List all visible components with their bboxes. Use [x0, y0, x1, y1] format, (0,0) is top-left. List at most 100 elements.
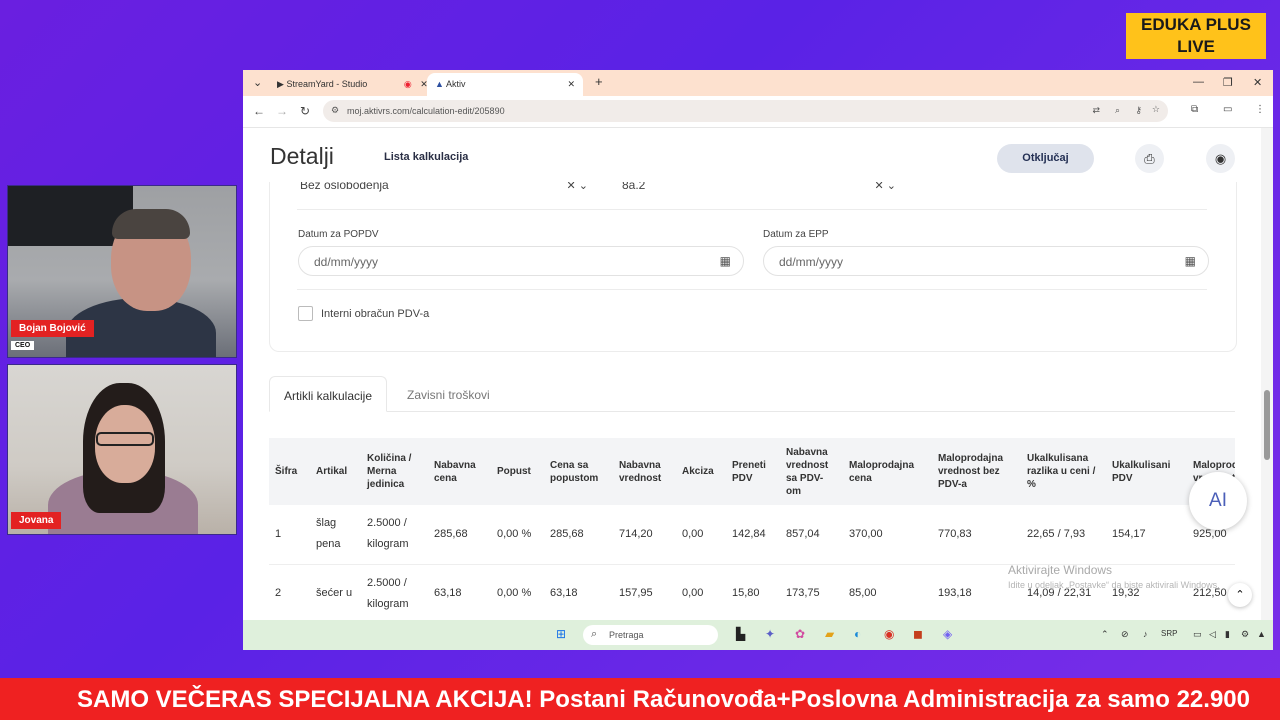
tray-chevron-icon[interactable]: ⌃: [1101, 629, 1109, 640]
viber-icon[interactable]: ◈: [943, 627, 952, 641]
col-header[interactable]: Artikal: [310, 438, 361, 505]
teams-icon[interactable]: ✦: [765, 627, 775, 641]
tab-streamyard[interactable]: ▶ StreamYard - Studio ◉ ✕: [269, 73, 436, 96]
zoom-icon[interactable]: ⌕: [1115, 105, 1120, 116]
articles-table: Šifra Artikal Količina / Merna jedinica …: [269, 438, 1235, 624]
bookmark-star-icon[interactable]: ☆: [1152, 104, 1160, 115]
taskbar-search-input[interactable]: ⌕ Pretraga: [583, 625, 718, 645]
language-indicator[interactable]: SRP: [1161, 629, 1177, 638]
windows-taskbar: ⊞ ⌕ Pretraga ▙ ✦ ✿ ▰ ◐ ◉ ◼ ◈ ⌃ ⊘ ♪ SRP ▭…: [243, 620, 1273, 650]
participant-name-2: Jovana: [11, 512, 62, 529]
network-off-icon[interactable]: ⊘: [1121, 629, 1129, 640]
cell: 173,75: [780, 564, 843, 624]
internal-vat-checkbox[interactable]: [298, 306, 313, 321]
clear-chevron-icon[interactable]: ✕ ⌄: [567, 182, 589, 192]
col-header[interactable]: Nabavna vrednost sa PDV-om: [780, 438, 843, 505]
col-header[interactable]: Akciza: [676, 438, 726, 505]
eye-icon[interactable]: ◉: [1206, 144, 1235, 173]
col-header[interactable]: Maloprodajna cena: [843, 438, 932, 505]
exemption-select[interactable]: Bez oslobođenja ✕ ⌄: [300, 182, 588, 196]
unlock-button[interactable]: Otključaj: [997, 144, 1094, 173]
search-icon: ⌕: [591, 628, 598, 640]
menu-icon[interactable]: ⋮: [1255, 104, 1265, 115]
col-header[interactable]: Popust: [491, 438, 544, 505]
forward-icon[interactable]: →: [276, 104, 288, 118]
popdv-date-input[interactable]: dd/mm/yyyy ▦: [298, 246, 744, 276]
col-header[interactable]: Šifra: [269, 438, 310, 505]
camera-feed-2: Jovana: [7, 364, 237, 535]
tab-list-chevron-icon[interactable]: ⌄: [253, 76, 262, 89]
battery-icon[interactable]: ▮: [1225, 629, 1230, 640]
recording-icon: ◉: [403, 79, 412, 89]
calendar-icon[interactable]: ▦: [720, 254, 731, 268]
code-select[interactable]: 8a.2 ✕ ⌄: [622, 182, 896, 196]
page-scrollbar[interactable]: [1261, 128, 1273, 630]
tab-articles[interactable]: Artikli kalkulacije: [269, 376, 388, 412]
col-header[interactable]: Nabavna cena: [428, 438, 491, 505]
list-link[interactable]: Lista kalkulacija: [384, 151, 468, 163]
volume-icon[interactable]: ◁: [1209, 629, 1216, 640]
participant-name-1: Bojan Bojović: [11, 320, 94, 337]
profile-icon[interactable]: ▭: [1223, 104, 1232, 115]
windows-start-icon[interactable]: ⊞: [556, 627, 566, 641]
notifications-bell-icon[interactable]: ▲: [1257, 629, 1266, 639]
extensions-icon[interactable]: ⧉: [1191, 104, 1198, 115]
cell: 0,00: [676, 564, 726, 624]
cell: 63,18: [428, 564, 491, 624]
table-row[interactable]: 1 šlag pena 2.5000 / kilogram 285,68 0,0…: [269, 505, 1235, 565]
camera-feed-1: Bojan Bojović CEO: [7, 185, 237, 358]
popdv-placeholder: dd/mm/yyyy: [314, 255, 379, 269]
scroll-top-chevron-icon[interactable]: ⌃: [1228, 583, 1252, 607]
minimize-icon[interactable]: —: [1193, 76, 1204, 88]
col-header[interactable]: Količina / Merna jedinica: [361, 438, 428, 505]
cell: šlag pena: [310, 505, 361, 565]
epp-date-input[interactable]: dd/mm/yyyy ▦: [763, 246, 1209, 276]
back-icon[interactable]: ←: [253, 104, 265, 118]
calculation-tabs: Artikli kalkulacije Zavisni troškovi: [269, 376, 1235, 412]
col-header[interactable]: Maloprodajna vrednost bez PDV-a: [932, 438, 1021, 505]
maximize-icon[interactable]: ❐: [1223, 76, 1233, 89]
app-page: Detalji Lista kalkulacija Otključaj ⎙ ◉ …: [243, 128, 1273, 630]
reload-icon[interactable]: ↻: [300, 104, 310, 118]
col-header[interactable]: Cena sa popustom: [544, 438, 613, 505]
divider: [297, 289, 1207, 290]
col-header[interactable]: Ukalkulisani PDV: [1106, 438, 1187, 505]
chrome-icon[interactable]: ◉: [884, 627, 894, 641]
cell: 22,65 / 7,93: [1021, 505, 1106, 565]
url-input[interactable]: ⚙ moj.aktivrs.com/calculation-edit/20589…: [323, 100, 1168, 122]
col-header[interactable]: Nabavna vrednost: [613, 438, 676, 505]
mic-icon[interactable]: ♪: [1143, 629, 1148, 639]
site-info-icon[interactable]: ⚙: [331, 105, 339, 116]
ai-assistant-button[interactable]: AI: [1189, 472, 1247, 530]
display-icon[interactable]: ▭: [1193, 629, 1202, 640]
close-tab-icon[interactable]: ✕: [567, 79, 575, 90]
new-tab-icon[interactable]: +: [595, 74, 603, 89]
print-icon[interactable]: ⎙: [1135, 144, 1164, 173]
cell: 285,68: [428, 505, 491, 565]
file-explorer-icon[interactable]: ▰: [825, 627, 834, 641]
powerpoint-icon[interactable]: ◼: [913, 627, 923, 641]
scrollbar-thumb[interactable]: [1264, 390, 1270, 460]
brand-line2: LIVE: [1177, 37, 1215, 56]
translate-icon[interactable]: ⇄: [1092, 105, 1100, 116]
cell: 157,95: [613, 564, 676, 624]
brand-line1: EDUKA PLUS: [1141, 15, 1251, 34]
col-header[interactable]: Ukalkulisana razlika u ceni / %: [1021, 438, 1106, 505]
clear-chevron-icon[interactable]: ✕ ⌄: [875, 182, 897, 192]
cell: 2.5000 / kilogram: [361, 505, 428, 565]
copilot-icon[interactable]: ✿: [795, 627, 805, 641]
activation-watermark-text: Idite u odeljak „Postavke“ da biste akti…: [1008, 580, 1220, 590]
calendar-icon[interactable]: ▦: [1185, 254, 1196, 268]
edge-icon[interactable]: ◐: [854, 627, 861, 641]
key-icon[interactable]: ⚷: [1135, 105, 1142, 116]
tab-dependent-costs[interactable]: Zavisni troškovi: [393, 376, 504, 412]
settings-icon[interactable]: ⚙: [1241, 629, 1249, 640]
close-window-icon[interactable]: ✕: [1253, 76, 1262, 89]
col-header[interactable]: Preneti PDV: [726, 438, 780, 505]
cell: 285,68: [544, 505, 613, 565]
tab-aktiv[interactable]: ▲ Aktiv ✕: [427, 73, 583, 96]
task-view-icon[interactable]: ▙: [736, 627, 745, 641]
promo-ticker: SAMO VEČERAS SPECIJALNA AKCIJA! Postani …: [0, 678, 1280, 720]
tab-label: StreamYard - Studio: [286, 79, 368, 89]
popdv-label: Datum za POPDV: [298, 229, 379, 240]
